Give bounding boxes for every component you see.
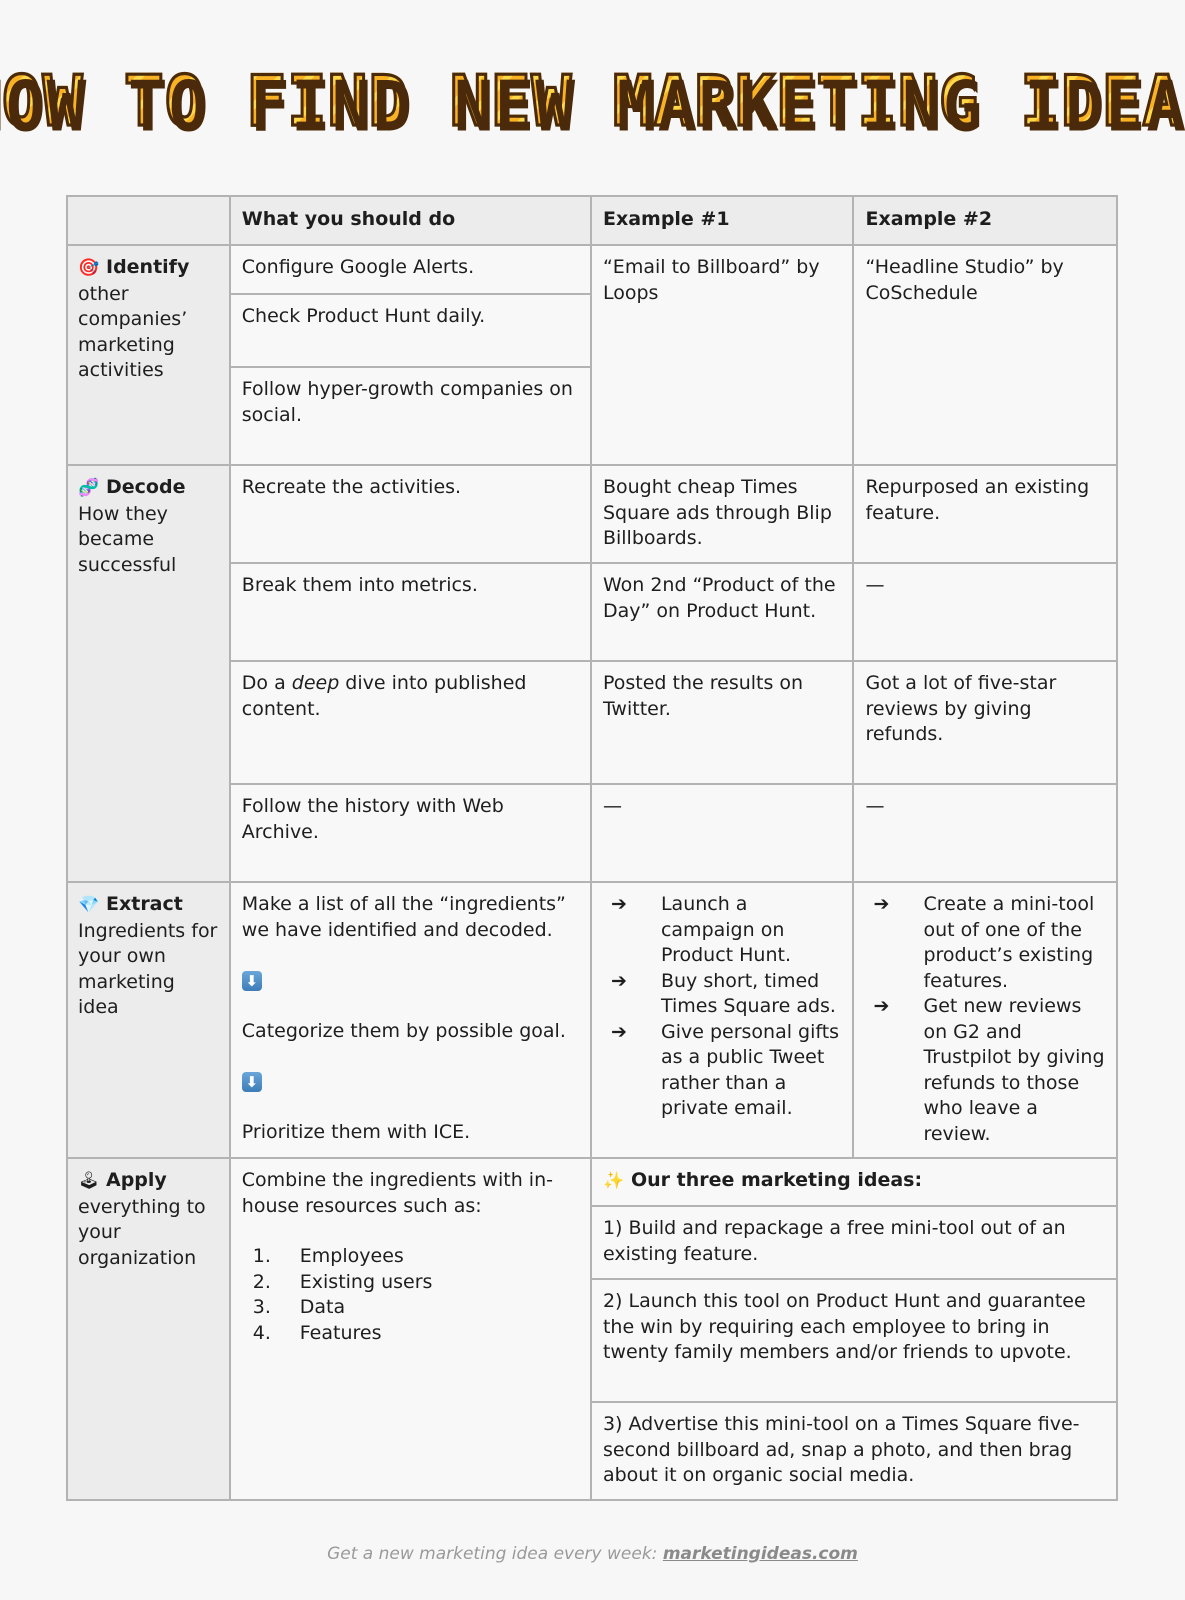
example-1-cell: Won 2nd “Product of the Day” on Product … — [589, 562, 855, 662]
example-2-cell: — — [852, 783, 1118, 883]
arrow-right-icon: ➔ — [610, 969, 627, 992]
list-item: 4. Features — [242, 1321, 580, 1347]
list-item-text: Give personal gifts as a public Tweet ra… — [660, 1020, 840, 1120]
title-banner: HOW TO FIND NEW MARKETING IDEAS — [0, 56, 1185, 146]
apply-intro: Combine the ingredients with in-house re… — [241, 1169, 553, 1217]
stage-identify: 🎯 Identify other companies’ marketing act… — [66, 244, 231, 466]
stage-title: Decode — [106, 476, 186, 498]
arrow-right-icon: ➔ — [873, 893, 890, 915]
direct-hit-target-icon: 🎯 — [78, 258, 100, 278]
stage-title: Extract — [106, 893, 183, 915]
header-example-2: Example #2 — [852, 195, 1118, 246]
dna-icon: 🧬 — [78, 478, 100, 498]
step-text: Make a list of all the “ingredients” we … — [241, 893, 566, 941]
apply-row: 🕹 Apply everything to your organization C… — [66, 1157, 1119, 1501]
stage-subtitle: everything to your organization — [78, 1195, 206, 1269]
down-arrow-icon: ⬇ — [241, 1072, 262, 1092]
action-emphasis: deep — [291, 672, 340, 694]
footer-text: Get a new marketing idea every week: — [327, 1544, 663, 1564]
list-item-text: Employees — [299, 1245, 404, 1267]
stage-subtitle: How they became successful — [78, 502, 177, 576]
ideas-header-cell: ✨ Our three marketing ideas: — [589, 1157, 1119, 1207]
action-cell: Follow hyper-growth companies on social. — [228, 366, 592, 466]
list-item-text: Launch a campaign on Product Hunt. — [660, 893, 792, 966]
stage-subtitle: other companies’ marketing activities — [78, 282, 188, 382]
stage-title: Apply — [106, 1169, 167, 1191]
example-1-cell: ➔ Launch a campaign on Product Hunt. ➔ Buy… — [589, 881, 855, 1159]
example-1-cell: “Email to Billboard” by Loops — [589, 244, 855, 466]
marketing-ideas-table: What you should do Example #1 Example #2… — [66, 195, 1119, 1501]
stage-subtitle: Ingredients for your own marketing idea — [78, 919, 218, 1019]
page-title: HOW TO FIND NEW MARKETING IDEAS — [0, 59, 1185, 143]
extract-row: 💎 Extract Ingredients for your own market… — [66, 881, 1118, 1159]
idea-cell: 3) Advertise this mini-tool on a Times S… — [589, 1401, 1119, 1501]
sparkles-icon: ✨ — [602, 1171, 625, 1191]
arrow-list: ➔ Launch a campaign on Product Hunt. ➔ Buy… — [603, 892, 843, 1122]
list-number: 4. — [252, 1321, 271, 1344]
stage-apply: 🕹 Apply everything to your organization — [66, 1157, 231, 1501]
list-item: ➔ Create a mini-tool out of one of the pr… — [865, 892, 1106, 994]
action-cell: Break them into metrics. — [228, 562, 592, 662]
list-item-text: Get new reviews on G2 and Trustpilot by … — [923, 995, 1105, 1145]
action-cell: Check Product Hunt daily. — [228, 293, 592, 368]
footer-link[interactable]: marketingideas.com — [663, 1544, 858, 1564]
list-item: ➔ Give personal gifts as a public Tweet r… — [603, 1020, 843, 1122]
list-item-text: Buy short, timed Times Square ads. — [660, 969, 836, 1018]
example-2-cell: Got a lot of five-star reviews by giving… — [852, 660, 1118, 785]
footer: Get a new marketing idea every week: mar… — [0, 1544, 1185, 1564]
step-text: Prioritize them with ICE. — [241, 1120, 471, 1143]
gem-icon: 💎 — [78, 895, 100, 915]
header-example-1: Example #1 — [589, 195, 855, 246]
ideas-title: Our three marketing ideas: — [630, 1169, 923, 1191]
list-number: 1. — [252, 1245, 271, 1267]
list-item: 2. Existing users — [242, 1270, 580, 1296]
arrow-right-icon: ➔ — [610, 1020, 627, 1043]
stage-decode: 🧬 Decode How they became successful — [66, 464, 231, 883]
list-item-text: Create a mini-tool out of one of the pro… — [923, 893, 1095, 992]
list-number: 2. — [252, 1270, 271, 1293]
list-item: ➔ Buy short, timed Times Square ads. — [603, 969, 843, 1020]
example-2-cell: ➔ Create a mini-tool out of one of the pr… — [852, 881, 1118, 1159]
list-item: 3. Data — [242, 1295, 580, 1321]
example-2-cell: — — [852, 562, 1118, 662]
list-item-text: Features — [299, 1321, 382, 1344]
action-cell: Follow the history with Web Archive. — [228, 783, 592, 883]
list-item: 1. Employees — [242, 1244, 580, 1270]
joystick-icon: 🕹 — [78, 1171, 100, 1191]
action-text: Do a — [241, 672, 292, 694]
idea-cell: 1) Build and repackage a free mini-tool … — [589, 1205, 1119, 1280]
action-cell: Do a deep dive into published content. — [228, 660, 592, 785]
down-arrow-icon: ⬇ — [241, 971, 262, 991]
action-cell: Recreate the activities. — [228, 464, 592, 564]
resources-list: 1. Employees 2. Existing users 3. Data 4. Fe… — [242, 1244, 580, 1346]
arrow-list: ➔ Create a mini-tool out of one of the pr… — [865, 892, 1106, 1147]
arrow-right-icon: ➔ — [873, 995, 890, 1017]
list-item: ➔ Get new reviews on G2 and Trustpilot by… — [865, 994, 1106, 1147]
stage-title: Identify — [106, 256, 190, 278]
identify-row: 🎯 Identify other companies’ marketing act… — [66, 244, 1118, 466]
example-1-cell: Bought cheap Times Square ads through Bl… — [589, 464, 855, 564]
header-row: What you should do Example #1 Example #2 — [66, 195, 1118, 246]
header-what-to-do: What you should do — [228, 195, 592, 246]
example-1-cell: Posted the results on Twitter. — [589, 660, 855, 785]
list-item-text: Existing users — [299, 1270, 433, 1293]
decode-row: 🧬 Decode How they became successful Recre… — [66, 464, 1118, 883]
list-number: 3. — [252, 1296, 271, 1318]
header-stage — [66, 195, 231, 246]
example-2-cell: Repurposed an existing feature. — [852, 464, 1118, 564]
stage-extract: 💎 Extract Ingredients for your own market… — [66, 881, 231, 1159]
extract-steps-cell: Make a list of all the “ingredients” we … — [228, 881, 592, 1159]
arrow-right-icon: ➔ — [610, 893, 627, 915]
list-item-text: Data — [299, 1296, 346, 1318]
apply-resources-cell: Combine the ingredients with in-house re… — [228, 1157, 592, 1501]
example-2-cell: “Headline Studio” by CoSchedule — [852, 244, 1118, 466]
step-text: Categorize them by possible goal. — [241, 1019, 566, 1042]
example-1-cell: — — [589, 783, 855, 883]
action-cell: Configure Google Alerts. — [228, 244, 592, 295]
list-item: ➔ Launch a campaign on Product Hunt. — [603, 892, 843, 969]
idea-cell: 2) Launch this tool on Product Hunt and … — [589, 1278, 1119, 1403]
